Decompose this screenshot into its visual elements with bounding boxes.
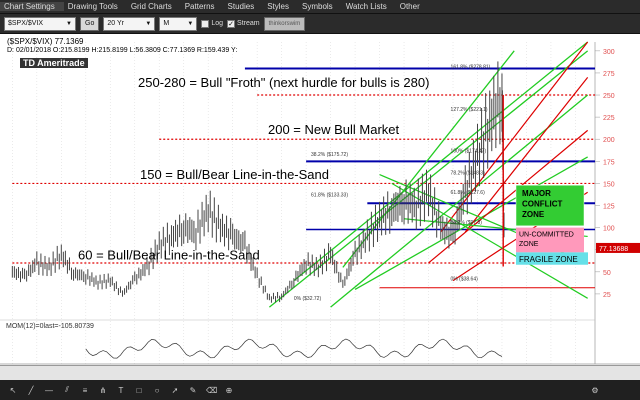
fibonacci-icon[interactable]: ≡ xyxy=(80,386,90,395)
drawing-toolbar: ↖ ╱ — ⫽ ≡ ⋔ T □ ○ ➚ ✎ ⌫ ⊕ ⚙ xyxy=(0,380,640,400)
period-select[interactable]: 20 Yr ▼ xyxy=(103,16,156,31)
y-tick-label: 100 xyxy=(603,226,615,233)
y-tick-label: 175 xyxy=(603,159,615,166)
fib-label: 161.8% ($278.81) xyxy=(451,65,491,71)
thinkorswim-button[interactable]: thinkorswim xyxy=(263,16,306,31)
period-value: 20 Yr xyxy=(107,20,124,27)
zoom-icon[interactable]: ⊕ xyxy=(224,386,234,395)
momentum-label: MOM(12)=0last=-105.80739 xyxy=(6,323,94,330)
annotation-line-150: 150 = Bull/Bear Line-in-the-Sand xyxy=(140,167,329,182)
menu-bar: Chart Settings Drawing Tools Grid Charts Pa… xyxy=(0,0,640,14)
symbol-value: $SPX/$VIX xyxy=(8,20,44,27)
fib-label: 61.8% ($127.6) xyxy=(451,190,486,196)
chart-canvas[interactable]: 3002752502252001751501251007550259899000… xyxy=(0,34,640,380)
stream-checkbox-box[interactable]: ✓ xyxy=(227,19,236,28)
stream-checkbox[interactable]: ✓ Stream xyxy=(227,19,260,28)
channel-icon[interactable]: ⫽ xyxy=(62,385,72,395)
y-tick-label: 275 xyxy=(603,71,615,78)
symbol-input[interactable]: $SPX/$VIX ▼ xyxy=(4,16,76,31)
y-tick-label: 125 xyxy=(603,204,615,211)
menu-item-studies[interactable]: Studies xyxy=(224,2,264,11)
chart-area[interactable]: 3002752502252001751501251007550259899000… xyxy=(0,34,640,380)
horizontal-scrollbar[interactable] xyxy=(0,365,640,380)
chevron-down-icon: ▼ xyxy=(187,20,194,27)
text-icon[interactable]: T xyxy=(116,386,126,395)
menu-item-drawing-tools[interactable]: Drawing Tools xyxy=(64,2,127,11)
y-tick-label: 300 xyxy=(603,49,615,56)
annotation-new-bull: 200 = New Bull Market xyxy=(268,122,400,137)
menu-item-watch-lists[interactable]: Watch Lists xyxy=(342,2,396,11)
log-checkbox-box[interactable] xyxy=(201,19,210,28)
uncommitted-label: UN-COMMITTED xyxy=(519,231,574,238)
y-tick-label: 225 xyxy=(603,115,615,122)
symbol-header: ($SPX/$VIX) 77.1369 xyxy=(7,37,84,46)
annotation-line-60: 60 = Bull/Bear Line-in-the-Sand xyxy=(78,247,260,262)
fib-label: 127.2% ($221.1) xyxy=(451,107,488,113)
fib-label: 0% ($38.64) xyxy=(451,277,479,283)
last-price-label: 77.13688 xyxy=(599,246,628,253)
pencil-icon[interactable]: ✎ xyxy=(188,386,198,395)
major-conflict-label-2: CONFLICT xyxy=(522,199,563,208)
log-checkbox[interactable]: Log xyxy=(201,19,224,28)
y-tick-label: 250 xyxy=(603,93,615,100)
menu-item-other[interactable]: Other xyxy=(396,2,429,11)
menu-item-grid-charts[interactable]: Grid Charts xyxy=(127,2,181,11)
ameritrade-logo: TD Ameritrade xyxy=(20,58,88,68)
fib-label: 61.8% ($133.33) xyxy=(311,193,348,199)
y-tick-label: 150 xyxy=(603,181,615,188)
menu-item-styles[interactable]: Styles xyxy=(263,2,298,11)
menu-item-symbols[interactable]: Symbols xyxy=(298,2,342,11)
major-conflict-label: MAJOR xyxy=(522,189,551,198)
go-button[interactable]: Go xyxy=(80,16,100,31)
ellipse-icon[interactable]: ○ xyxy=(152,386,162,395)
interval-select[interactable]: M ▼ xyxy=(159,16,198,31)
menu-item-patterns[interactable]: Patterns xyxy=(181,2,224,11)
chevron-down-icon: ▼ xyxy=(145,20,152,27)
trendline-icon[interactable]: ╱ xyxy=(26,386,36,395)
fib-label: 100% ($174.47) xyxy=(451,148,487,154)
momentum-line xyxy=(85,338,503,359)
settings-icon[interactable]: ⚙ xyxy=(590,386,600,395)
fragile-label: FRAGILE ZONE xyxy=(519,255,578,264)
eraser-icon[interactable]: ⌫ xyxy=(206,386,217,395)
y-tick-label: 200 xyxy=(603,137,615,144)
annotation-froth: 250-280 = Bull "Froth" (next hurdle for … xyxy=(138,75,429,90)
fan-icon[interactable]: ⋔ xyxy=(98,386,108,395)
fib-label: 78.2% ($148.3) xyxy=(451,171,486,177)
horizontal-line-icon[interactable]: — xyxy=(44,386,54,395)
interval-value: M xyxy=(163,20,170,27)
fib-label: 38.2% ($175.72) xyxy=(311,152,348,158)
rectangle-icon[interactable]: □ xyxy=(134,386,144,395)
ohlc-readout: D: 02/01/2018 O:215.8199 H:215.8199 L:56… xyxy=(7,47,238,54)
toolbar: $SPX/$VIX ▼ Go 20 Yr ▼ M ▼ Log ✓ Stream thin… xyxy=(0,14,640,34)
fib-label: 0% ($32.72) xyxy=(294,296,322,302)
chevron-down-icon: ▼ xyxy=(66,20,72,27)
uncommitted-label-2: ZONE xyxy=(519,241,539,248)
y-tick-label: 25 xyxy=(603,292,611,299)
stream-label: Stream xyxy=(237,20,260,27)
pointer-icon[interactable]: ↖ xyxy=(8,386,18,395)
fib-label: 38.2% ($97.8) xyxy=(451,220,483,226)
y-tick-label: 50 xyxy=(603,270,611,277)
arrow-icon[interactable]: ➚ xyxy=(170,386,180,395)
log-label: Log xyxy=(211,20,224,27)
menu-item-chart-settings[interactable]: Chart Settings xyxy=(0,2,64,11)
major-conflict-label-3: ZONE xyxy=(522,210,545,219)
